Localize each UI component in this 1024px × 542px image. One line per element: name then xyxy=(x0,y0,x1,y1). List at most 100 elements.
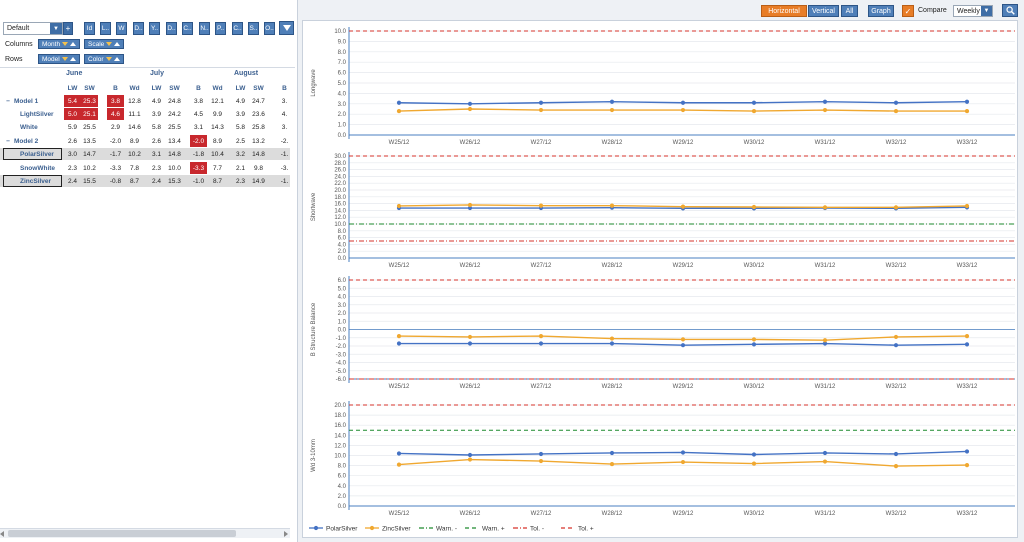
pivot-cell[interactable]: 25.5 xyxy=(81,121,98,133)
pivot-row-label[interactable]: ZincSilver xyxy=(0,175,62,187)
pivot-cell[interactable]: 12.1 xyxy=(209,95,226,107)
pivot-cell[interactable]: 3.8 xyxy=(190,95,207,107)
collapse-icon[interactable]: − xyxy=(4,138,12,145)
column-toggle-button[interactable]: D.. xyxy=(133,22,144,35)
pivot-cell[interactable]: 5.8 xyxy=(232,121,249,133)
pivot-row-label[interactable]: LightSilver xyxy=(0,108,62,120)
scrollbar-thumb[interactable] xyxy=(8,530,236,537)
pivot-cell[interactable]: 13.4 xyxy=(166,135,183,147)
pivot-cell[interactable]: -3.3 xyxy=(190,162,207,174)
pivot-cell[interactable]: 10.0 xyxy=(166,162,183,174)
pivot-cell[interactable]: 3.9 xyxy=(148,108,165,120)
pivot-cell[interactable]: 3.8 xyxy=(107,95,124,107)
graph-button[interactable]: Graph xyxy=(868,5,894,17)
pivot-cell[interactable]: 11.1 xyxy=(126,108,143,120)
pivot-cell[interactable]: 15.3 xyxy=(166,175,183,187)
arrow-left-icon[interactable] xyxy=(0,531,4,537)
pivot-cell[interactable]: 7.7 xyxy=(209,162,226,174)
pivot-cell[interactable]: 9.9 xyxy=(209,108,226,120)
pivot-row-label[interactable]: White xyxy=(0,121,62,133)
row-field-color[interactable]: Color xyxy=(84,54,124,64)
column-toggle-button[interactable]: O.. xyxy=(264,22,275,35)
column-toggle-button[interactable]: C.. xyxy=(232,22,243,35)
horizontal-scrollbar[interactable] xyxy=(0,528,290,538)
pivot-row-label[interactable]: PolarSilver xyxy=(0,148,62,160)
pivot-cell[interactable]: 14.9 xyxy=(250,175,267,187)
pivot-cell[interactable]: 8.7 xyxy=(126,175,143,187)
pivot-cell[interactable]: 8.9 xyxy=(209,135,226,147)
column-field-month[interactable]: Month xyxy=(38,39,81,49)
all-button[interactable]: All xyxy=(841,5,858,17)
pivot-cell[interactable]: 10.2 xyxy=(126,148,143,160)
column-toggle-button[interactable]: Id xyxy=(84,22,95,35)
pivot-cell[interactable]: 12.8 xyxy=(126,95,143,107)
column-toggle-button[interactable]: S.. xyxy=(248,22,259,35)
pivot-cell[interactable]: 3.9 xyxy=(232,108,249,120)
pivot-cell[interactable]: 10.4 xyxy=(209,148,226,160)
pivot-row-label[interactable]: SnowWhite xyxy=(0,162,62,174)
pivot-cell[interactable]: -0.8 xyxy=(107,175,124,187)
pivot-row-label[interactable]: − Model 1 xyxy=(0,95,62,107)
pivot-cell[interactable]: -1.8 xyxy=(190,148,207,160)
collapse-icon[interactable]: − xyxy=(4,98,12,105)
pivot-cell[interactable]: 24.8 xyxy=(166,95,183,107)
pivot-cell[interactable]: 3. xyxy=(276,95,293,107)
pivot-cell[interactable]: 7.8 xyxy=(126,162,143,174)
column-toggle-button[interactable]: P.. xyxy=(215,22,226,35)
pivot-cell[interactable]: 8.7 xyxy=(209,175,226,187)
pivot-cell[interactable]: 2.1 xyxy=(232,162,249,174)
pivot-cell[interactable]: 2.3 xyxy=(232,175,249,187)
column-toggle-button[interactable]: W xyxy=(116,22,127,35)
column-toggle-button[interactable]: C.. xyxy=(182,22,193,35)
pivot-cell[interactable]: -2. xyxy=(276,135,293,147)
pivot-cell[interactable]: 14.3 xyxy=(209,121,226,133)
pivot-cell[interactable]: -3.3 xyxy=(107,162,124,174)
pivot-cell[interactable]: 23.6 xyxy=(250,108,267,120)
pivot-cell[interactable]: 2.4 xyxy=(148,175,165,187)
pivot-cell[interactable]: 24.2 xyxy=(166,108,183,120)
pivot-cell[interactable]: 5.0 xyxy=(64,108,81,120)
pivot-cell[interactable]: 8.9 xyxy=(126,135,143,147)
pivot-cell[interactable]: 2.3 xyxy=(64,162,81,174)
period-select[interactable]: Weekly ▼ xyxy=(953,5,993,17)
pivot-cell[interactable]: 2.6 xyxy=(148,135,165,147)
pivot-cell[interactable]: 25.3 xyxy=(81,95,98,107)
row-field-model[interactable]: Model xyxy=(38,54,80,64)
pivot-cell[interactable]: -2.0 xyxy=(190,135,207,147)
pivot-cell[interactable]: 5.8 xyxy=(148,121,165,133)
pivot-cell[interactable]: 25.1 xyxy=(81,108,98,120)
pivot-cell[interactable]: 25.5 xyxy=(166,121,183,133)
pivot-cell[interactable]: 10.2 xyxy=(81,162,98,174)
pivot-cell[interactable]: 9.8 xyxy=(250,162,267,174)
pivot-row-label[interactable]: − Model 2 xyxy=(0,135,62,147)
search-button[interactable] xyxy=(1002,4,1018,17)
pivot-cell[interactable]: -1. xyxy=(276,148,293,160)
pivot-cell[interactable]: 15.5 xyxy=(81,175,98,187)
pivot-cell[interactable]: 4.5 xyxy=(190,108,207,120)
pivot-cell[interactable]: 4.9 xyxy=(232,95,249,107)
pivot-cell[interactable]: 4.6 xyxy=(107,108,124,120)
pivot-cell[interactable]: 13.2 xyxy=(250,135,267,147)
preset-select[interactable]: Default ▼ xyxy=(3,22,63,35)
pivot-cell[interactable]: 2.3 xyxy=(148,162,165,174)
pivot-cell[interactable]: -1.0 xyxy=(190,175,207,187)
pivot-cell[interactable]: 24.7 xyxy=(250,95,267,107)
pivot-cell[interactable]: 2.6 xyxy=(64,135,81,147)
pivot-cell[interactable]: 13.5 xyxy=(81,135,98,147)
filter-icon[interactable] xyxy=(279,21,294,35)
pivot-cell[interactable]: 14.8 xyxy=(250,148,267,160)
pivot-cell[interactable]: 2.9 xyxy=(107,121,124,133)
pivot-cell[interactable]: 4. xyxy=(276,108,293,120)
pivot-cell[interactable]: -3. xyxy=(276,162,293,174)
arrow-right-icon[interactable] xyxy=(284,531,288,537)
pivot-cell[interactable]: 2.4 xyxy=(64,175,81,187)
add-preset-button[interactable]: + xyxy=(63,22,73,35)
column-toggle-button[interactable]: D.. xyxy=(166,22,177,35)
pivot-cell[interactable]: 4.9 xyxy=(148,95,165,107)
pivot-cell[interactable]: -2.0 xyxy=(107,135,124,147)
pivot-cell[interactable]: 3.2 xyxy=(232,148,249,160)
pivot-cell[interactable]: 14.7 xyxy=(81,148,98,160)
horizontal-layout-button[interactable]: Horizontal xyxy=(761,5,807,17)
pivot-cell[interactable]: 3.0 xyxy=(64,148,81,160)
pivot-cell[interactable]: 2.5 xyxy=(232,135,249,147)
